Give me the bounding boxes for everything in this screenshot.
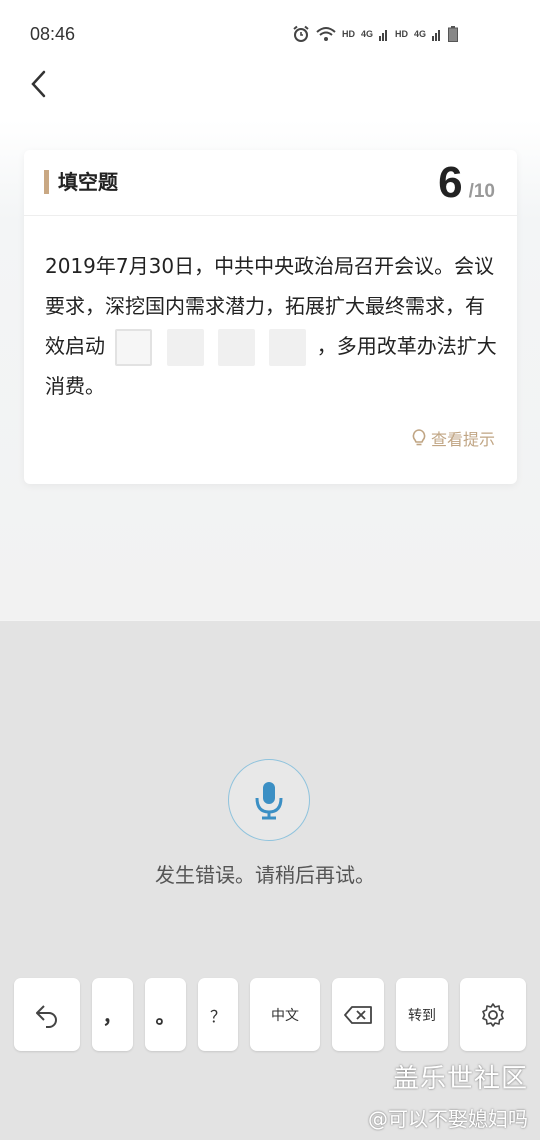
answer-blank-1[interactable] xyxy=(115,329,153,366)
counter-current: 6 xyxy=(438,158,463,207)
counter-total: /10 xyxy=(468,181,495,202)
answer-blank-2[interactable] xyxy=(166,329,204,366)
card-header: 填空题 6 /10 xyxy=(24,150,517,216)
wifi-icon xyxy=(316,27,336,41)
goto-key[interactable]: 转到 xyxy=(396,978,448,1051)
title-accent-bar xyxy=(44,170,49,194)
question-card: 填空题 6 /10 2019年7月30日，中共中央政治局召开会议。会议要求，深挖… xyxy=(24,150,517,484)
answer-blank-3[interactable] xyxy=(218,329,256,366)
alarm-icon xyxy=(293,25,309,42)
chevron-left-icon xyxy=(31,70,46,98)
microphone-button[interactable] xyxy=(228,759,310,841)
status-time: 08:46 xyxy=(30,24,76,44)
microphone-icon xyxy=(255,782,283,820)
backspace-icon xyxy=(344,1005,372,1024)
answer-blank-4[interactable] xyxy=(269,329,307,366)
watermark-line1: 盖乐世社区 xyxy=(392,1064,528,1094)
watermark-line2: @可以不娶媳妇吗 xyxy=(368,1107,528,1131)
question-type-title: 填空题 xyxy=(58,170,118,194)
status-bar: 08:46 HD 4G HD 4G xyxy=(0,0,540,64)
lightbulb-icon xyxy=(412,429,426,446)
voice-error-message: 发生错误。请稍后再试。 xyxy=(155,863,375,887)
undo-icon xyxy=(36,1004,57,1028)
battery-icon xyxy=(448,26,459,42)
signal-icon-2 xyxy=(432,30,441,41)
back-button[interactable] xyxy=(24,68,56,100)
view-hint-button[interactable]: 查看提示 xyxy=(411,426,495,450)
network-label-2: 4G xyxy=(414,29,427,39)
gear-icon xyxy=(482,1002,504,1027)
period-key[interactable]: 。 xyxy=(145,978,186,1051)
question-counter: 6 /10 xyxy=(438,158,495,208)
watermark: 盖乐世社区 @可以不娶媳妇吗 xyxy=(368,1058,528,1132)
network-label: 4G xyxy=(361,29,374,39)
delete-key[interactable] xyxy=(332,978,384,1051)
undo-key[interactable] xyxy=(14,978,80,1051)
question-mark-key[interactable]: ？ xyxy=(198,978,238,1051)
question-text: 2019年7月30日，中共中央政治局召开会议。会议要求，深挖国内需求潜力，拓展扩… xyxy=(45,246,500,406)
language-key[interactable]: 中文 xyxy=(250,978,320,1051)
hint-label: 查看提示 xyxy=(430,430,495,449)
comma-key[interactable]: ， xyxy=(92,978,133,1051)
hd-label-2: HD xyxy=(395,29,409,39)
status-icons: HD 4G HD 4G xyxy=(292,24,459,44)
settings-key[interactable] xyxy=(460,978,526,1051)
signal-icon xyxy=(379,30,388,41)
hd-label: HD xyxy=(342,29,355,39)
